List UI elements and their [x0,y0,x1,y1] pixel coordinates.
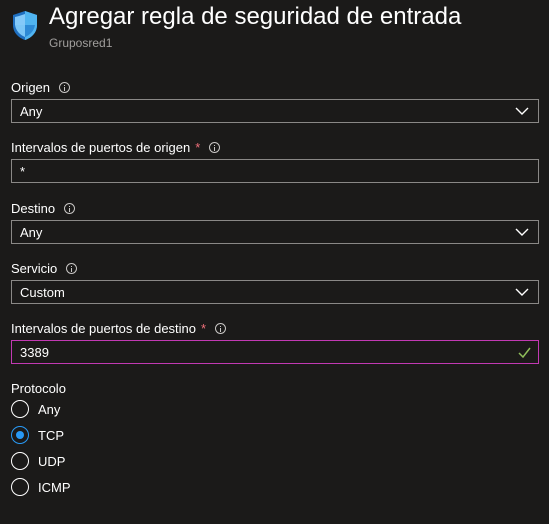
protocol-option-label: UDP [38,453,66,469]
chevron-down-icon [515,107,529,115]
info-icon[interactable] [64,203,76,214]
dest-ports-label: Intervalos de puertos de destino * [11,321,227,336]
servicio-label-text: Servicio [11,261,58,276]
radio-button-selected[interactable] [11,426,29,444]
protocol-label: Protocolo [11,381,66,396]
protocol-option-label: ICMP [38,479,71,495]
protocol-label-text: Protocolo [11,381,66,396]
protocol-option-icmp[interactable]: ICMP [11,477,71,497]
destino-label: Destino [11,201,76,216]
dest-ports-input[interactable]: 3389 [11,340,539,364]
origen-value: Any [20,104,43,119]
info-icon[interactable] [66,263,78,274]
protocol-option-label: TCP [38,427,64,443]
page-title: Agregar regla de seguridad de entrada [49,3,462,30]
shield-icon [13,11,37,40]
protocol-option-any[interactable]: Any [11,399,60,419]
info-icon[interactable] [209,142,221,153]
info-icon[interactable] [215,323,227,334]
destino-dropdown[interactable]: Any [11,220,539,244]
source-ports-label: Intervalos de puertos de origen * [11,140,221,155]
dest-ports-label-text: Intervalos de puertos de destino [11,321,197,336]
protocol-option-label: Any [38,401,61,417]
origen-label: Origen [11,80,71,95]
destino-value: Any [20,225,43,240]
panel-header: Agregar regla de seguridad de entrada Gr… [0,0,549,58]
resource-group-subtitle: Gruposred1 [49,36,113,50]
protocol-option-udp[interactable]: UDP [11,451,65,471]
info-icon[interactable] [59,82,71,93]
chevron-down-icon [515,228,529,236]
checkmark-icon [518,347,531,358]
origen-dropdown[interactable]: Any [11,99,539,123]
servicio-dropdown[interactable]: Custom [11,280,539,304]
required-asterisk: * [201,321,207,336]
protocol-option-tcp[interactable]: TCP [11,425,64,445]
source-ports-label-text: Intervalos de puertos de origen [11,140,191,155]
source-ports-value: * [20,164,26,179]
add-inbound-security-rule-panel: Agregar regla de seguridad de entrada Gr… [0,0,549,524]
servicio-value: Custom [20,285,65,300]
servicio-label: Servicio [11,261,78,276]
chevron-down-icon [515,288,529,296]
destino-label-text: Destino [11,201,56,216]
radio-button[interactable] [11,400,29,418]
origen-label-text: Origen [11,80,51,95]
radio-button[interactable] [11,452,29,470]
required-asterisk: * [195,140,201,155]
radio-button[interactable] [11,478,29,496]
source-ports-input[interactable]: * [11,159,539,183]
dest-ports-value: 3389 [20,345,49,360]
